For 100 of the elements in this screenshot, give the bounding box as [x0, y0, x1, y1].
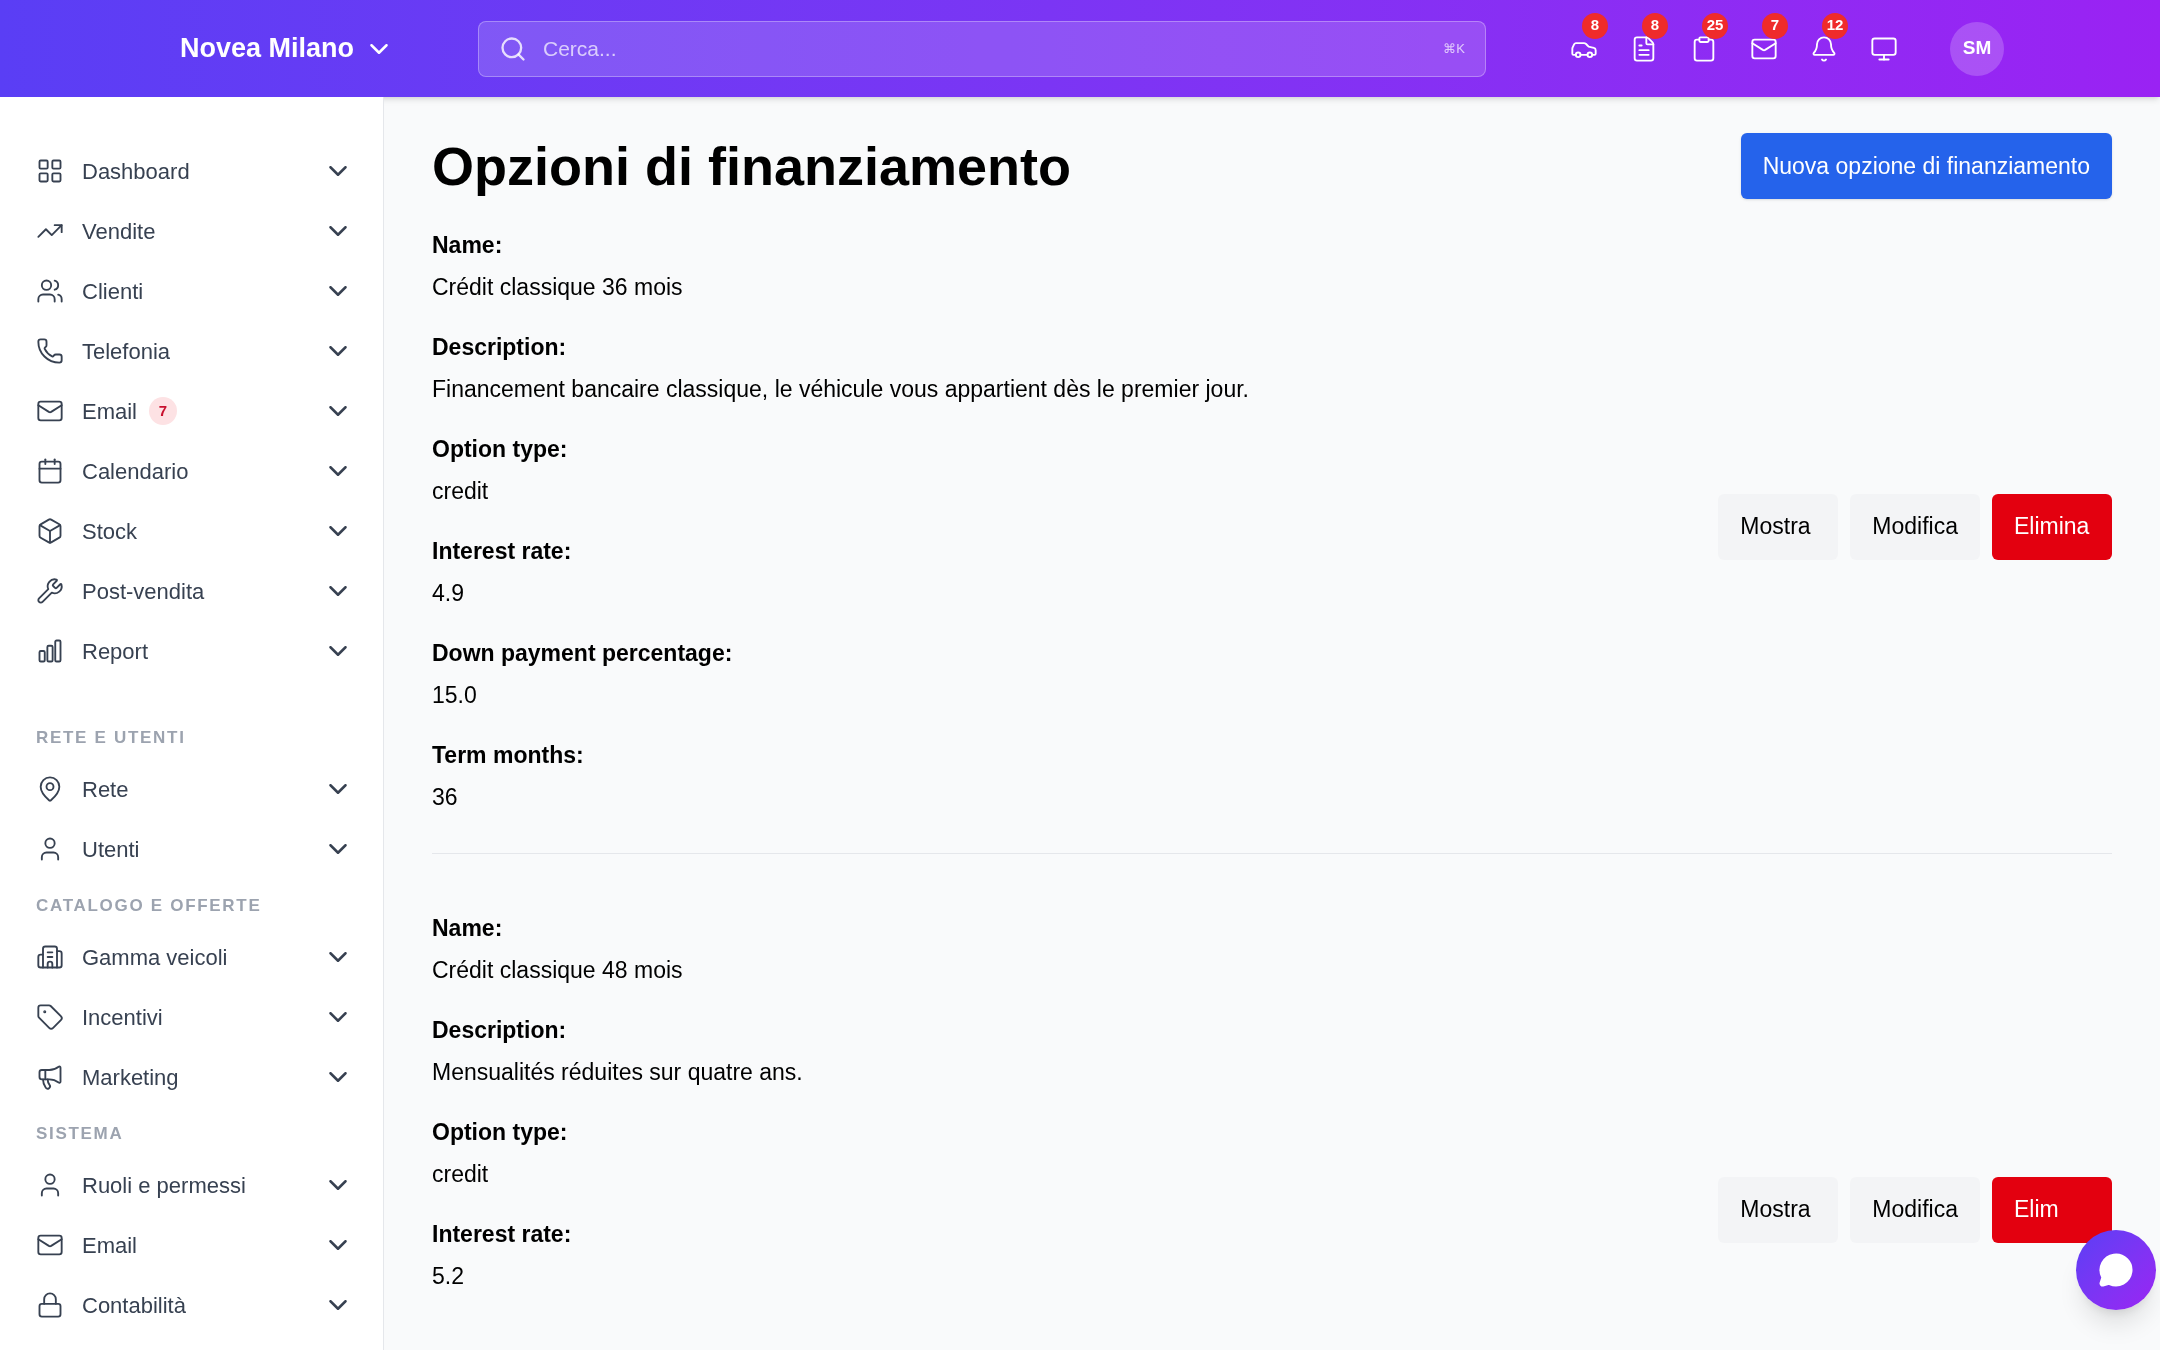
field-label: Down payment percentage: — [432, 638, 734, 668]
search-input[interactable]: Cerca... — [543, 21, 1428, 76]
sidebar-label: Dashboard — [82, 157, 190, 186]
chat-button[interactable] — [2076, 1230, 2156, 1310]
chat-bubble-icon — [2098, 1252, 2134, 1288]
field-label: Option type: — [432, 1117, 569, 1147]
sidebar-label: Telefonia — [82, 337, 171, 366]
shortcut-hint: ⌘K — [1443, 39, 1465, 58]
field-label: Description: — [432, 1015, 568, 1045]
field-value: credit — [432, 476, 490, 506]
sidebar-item[interactable]: Gamma veicoli — [36, 927, 347, 987]
field-label: Option type: — [432, 434, 569, 464]
megaphone-icon — [36, 1063, 64, 1091]
sidebar-item[interactable]: Post-vendita — [36, 561, 347, 621]
bar-chart-icon — [36, 637, 64, 665]
sidebar-label: Calendario — [82, 457, 189, 486]
field-value: 15.0 — [432, 680, 478, 710]
sidebar-item[interactable]: Clienti — [36, 261, 347, 321]
sidebar-item[interactable]: Contabilità — [36, 1275, 347, 1335]
field-label: Name: — [432, 230, 504, 260]
field-label: Interest rate: — [432, 536, 573, 566]
chevron-down-icon — [329, 166, 347, 176]
sidebar-label: Report — [82, 637, 149, 666]
count-badge: 7 — [149, 397, 177, 425]
field-label: Term months: — [432, 740, 585, 770]
sidebar-item[interactable]: Utenti — [36, 819, 347, 879]
sidebar-label: Ruoli e permessi — [82, 1171, 246, 1200]
sidebar-label: Utenti — [82, 835, 140, 864]
chevron-down-icon — [329, 346, 347, 356]
user-avatar[interactable]: SM — [1950, 21, 2004, 76]
sidebar-label: Email — [82, 1231, 137, 1260]
chevron-down-icon — [329, 1180, 347, 1190]
sidebar-label: Marketing — [82, 1063, 179, 1092]
chevron-down-icon — [329, 844, 347, 854]
chevron-down-icon — [329, 586, 347, 596]
sidebar-label: Email — [82, 397, 137, 426]
field-label: Interest rate: — [432, 1219, 573, 1249]
notification-badge: 8 — [1582, 12, 1608, 39]
chevron-down-icon — [329, 226, 347, 236]
new-option-button[interactable]: Nuova opzione di finanziamento — [1740, 133, 2112, 199]
sidebar-item[interactable]: Incentivi — [36, 987, 347, 1047]
sidebar-item[interactable]: Email — [36, 1215, 347, 1275]
sidebar-item[interactable]: Calendario — [36, 441, 347, 501]
field-value: Crédit classique 36 mois — [432, 272, 684, 302]
chevron-down-icon — [329, 1012, 347, 1022]
wrench-icon — [36, 577, 64, 605]
field-label: Name: — [432, 913, 504, 943]
sidebar-item[interactable]: Ruoli e permessi — [36, 1155, 347, 1215]
grid-icon — [36, 157, 64, 185]
field-value: 5.2 — [432, 1261, 465, 1291]
sidebar-label: Contabilità — [82, 1291, 186, 1320]
sidebar-label: Post-vendita — [82, 577, 205, 606]
chevron-down-icon — [370, 43, 389, 54]
field-value: Mensualités réduites sur quatre ans. — [432, 1057, 803, 1087]
notification-badge: 12 — [1822, 12, 1848, 39]
notification-badge: 7 — [1762, 12, 1788, 39]
search-icon — [499, 34, 527, 63]
bell-icon — [1810, 34, 1838, 63]
sidebar-item[interactable]: Marketing — [36, 1047, 347, 1107]
action-button[interactable]: Elimina — [1992, 493, 2112, 560]
section-heading: SISTEMA — [36, 1123, 125, 1146]
sidebar-item[interactable]: Dashboard — [36, 141, 347, 201]
field-value: credit — [432, 1159, 490, 1189]
sidebar-label: Rete — [82, 775, 129, 804]
phone-icon — [36, 337, 64, 365]
action-button[interactable]: Modifica — [1850, 1176, 1980, 1243]
section-heading: RETE E UTENTI — [36, 727, 187, 750]
calendar-icon — [36, 457, 64, 485]
chevron-down-icon — [329, 1240, 347, 1250]
sidebar-item[interactable]: Report — [36, 621, 347, 681]
chevron-down-icon — [329, 1072, 347, 1082]
action-button[interactable]: Elim — [1992, 1176, 2112, 1243]
sidebar-item[interactable]: Vendite — [36, 201, 347, 261]
sidebar-label: Stock — [82, 517, 138, 546]
field-label: Description: — [432, 332, 568, 362]
action-button[interactable]: Modifica — [1850, 493, 1980, 560]
org-switcher[interactable]: Novea Milano — [180, 28, 478, 69]
tag-icon — [36, 1003, 64, 1031]
notification-badge: 25 — [1702, 12, 1728, 39]
sidebar-label: Clienti — [82, 277, 144, 306]
chevron-down-icon — [329, 526, 347, 536]
action-button[interactable]: Mostra — [1718, 493, 1839, 560]
lock-icon — [36, 1291, 64, 1319]
chevron-down-icon — [329, 1300, 347, 1310]
chevron-down-icon — [329, 286, 347, 296]
chevron-down-icon — [329, 784, 347, 794]
sidebar-item[interactable]: Rete — [36, 759, 347, 819]
sidebar-label: Vendite — [82, 217, 156, 246]
sidebar-label: Incentivi — [82, 1003, 163, 1032]
action-button[interactable]: Mostra — [1718, 1176, 1839, 1243]
chevron-down-icon — [329, 952, 347, 962]
field-value: 36 — [432, 782, 459, 812]
section-heading: CATALOGO E OFFERTE — [36, 895, 263, 918]
field-value: Financement bancaire classique, le véhicule vous appartient dès le premier jour. — [432, 374, 1249, 404]
page-title: Opzioni di finanziamento — [432, 135, 1071, 198]
sidebar-item[interactable]: Stock — [36, 501, 347, 561]
chevron-down-icon — [329, 466, 347, 476]
sidebar-item[interactable]: Email 7 — [36, 381, 347, 441]
sidebar-label: Gamma veicoli — [82, 943, 228, 972]
sidebar-item[interactable]: Telefonia — [36, 321, 347, 381]
